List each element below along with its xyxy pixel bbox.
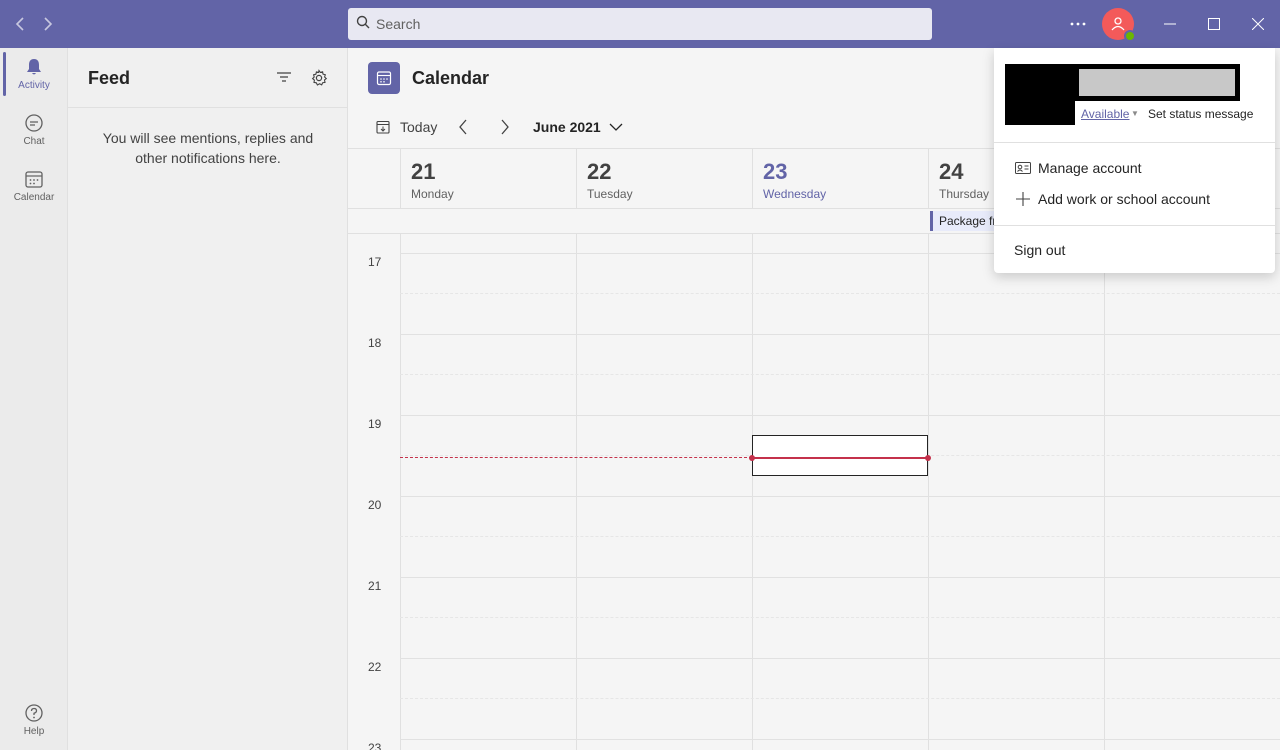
divider [994, 225, 1275, 226]
day-number: 21 [411, 159, 436, 184]
month-picker[interactable]: June 2021 [533, 119, 623, 135]
hour-line [400, 415, 1280, 416]
hour-label: 22 [368, 660, 382, 674]
divider [994, 142, 1275, 143]
rail-item-activity[interactable]: Activity [0, 48, 68, 100]
hour-line [400, 334, 1280, 335]
feed-title: Feed [88, 68, 131, 88]
rail-item-calendar[interactable]: Calendar [0, 160, 68, 212]
current-time-dot [749, 455, 755, 461]
current-time-dot [925, 455, 931, 461]
filter-icon[interactable] [276, 70, 292, 89]
hour-line [400, 739, 1280, 740]
chevron-down-icon [609, 123, 623, 131]
more-options-icon[interactable] [1066, 14, 1090, 34]
sign-out-item[interactable]: Sign out [1014, 242, 1065, 258]
today-button[interactable]: Today [376, 119, 437, 135]
calendar-app-icon [368, 62, 400, 94]
half-hour-line [400, 293, 1280, 294]
app-rail: Activity Chat Calendar Help [0, 48, 68, 750]
back-arrow-icon[interactable] [10, 14, 30, 34]
set-status-message-link[interactable]: Set status message [1148, 107, 1253, 121]
avatar[interactable] [1102, 8, 1136, 42]
plus-icon [1014, 192, 1032, 206]
selected-time-slot[interactable] [752, 435, 928, 476]
profile-menu: Available ▼ Set status message Manage ac… [994, 48, 1275, 273]
current-time-indicator-past [400, 457, 752, 458]
calendar-icon [25, 171, 43, 188]
day-number: 24 [939, 159, 964, 184]
search-placeholder: Search [376, 16, 421, 32]
hour-label: 18 [368, 336, 382, 350]
id-card-icon [1014, 162, 1032, 174]
presence-available-icon [1124, 30, 1136, 42]
current-time-indicator [752, 457, 928, 459]
redacted-name [1079, 69, 1235, 96]
hour-label: 17 [368, 255, 382, 269]
person-icon [1111, 17, 1125, 31]
feed-empty-message: You will see mentions, replies and other… [102, 130, 314, 166]
hour-label: 23 [368, 741, 382, 750]
redacted-profile-picture [1005, 64, 1075, 125]
day-name: Wednesday [763, 187, 827, 201]
hour-label: 20 [368, 498, 382, 512]
bell-icon [27, 59, 41, 75]
previous-week-chevron-icon[interactable] [458, 119, 468, 135]
manage-account-label: Manage account [1038, 160, 1142, 176]
day-number: 23 [763, 159, 788, 184]
chat-icon [25, 114, 43, 132]
today-calendar-icon [376, 120, 390, 134]
close-icon[interactable] [1248, 14, 1268, 34]
hour-line [400, 496, 1280, 497]
rail-label: Chat [23, 136, 45, 147]
add-account-label: Add work or school account [1038, 191, 1210, 207]
day-number: 22 [587, 159, 612, 184]
day-column[interactable]: 21 Monday [400, 149, 576, 750]
search-input[interactable]: Search [348, 8, 932, 40]
rail-label: Help [23, 726, 45, 737]
day-name: Monday [411, 187, 454, 201]
chevron-down-icon: ▼ [1131, 109, 1139, 118]
title-bar: Search [0, 0, 1280, 48]
half-hour-line [400, 374, 1280, 375]
gear-icon[interactable] [310, 69, 328, 92]
page-title: Calendar [412, 68, 490, 88]
hour-line [400, 658, 1280, 659]
next-week-chevron-icon[interactable] [500, 119, 510, 135]
rail-label: Activity [18, 80, 50, 91]
manage-account-item[interactable]: Manage account [1014, 160, 1142, 176]
hour-label: 21 [368, 579, 382, 593]
day-name: Thursday [939, 187, 990, 201]
event-chip[interactable]: Package fr [930, 211, 996, 231]
day-column[interactable]: 22 Tuesday [576, 149, 752, 750]
feed-panel: Feed You will see mentions, replies and … [68, 48, 348, 750]
sign-out-label: Sign out [1014, 242, 1066, 258]
maximize-icon[interactable] [1204, 14, 1224, 34]
rail-item-help[interactable]: Help [0, 694, 68, 746]
minimize-icon[interactable] [1160, 14, 1180, 34]
day-name: Tuesday [587, 187, 633, 201]
day-header: 23 Wednesday [753, 149, 826, 208]
half-hour-line [400, 617, 1280, 618]
help-icon [25, 704, 43, 722]
half-hour-line [400, 536, 1280, 537]
day-header: 22 Tuesday [577, 149, 633, 208]
hour-label: 19 [368, 417, 382, 431]
rail-label: Calendar [13, 192, 55, 203]
half-hour-line [400, 698, 1280, 699]
feed-header: Feed [68, 48, 347, 108]
add-account-item[interactable]: Add work or school account [1014, 191, 1210, 207]
hour-line [400, 577, 1280, 578]
search-icon [356, 15, 370, 34]
forward-arrow-icon[interactable] [38, 14, 58, 34]
day-header: 24 Thursday [929, 149, 989, 208]
status-dropdown[interactable]: Available [1081, 107, 1129, 121]
rail-item-chat[interactable]: Chat [0, 104, 68, 156]
day-header: 21 Monday [401, 149, 454, 208]
today-label: Today [400, 119, 438, 135]
month-label: June 2021 [533, 119, 601, 135]
